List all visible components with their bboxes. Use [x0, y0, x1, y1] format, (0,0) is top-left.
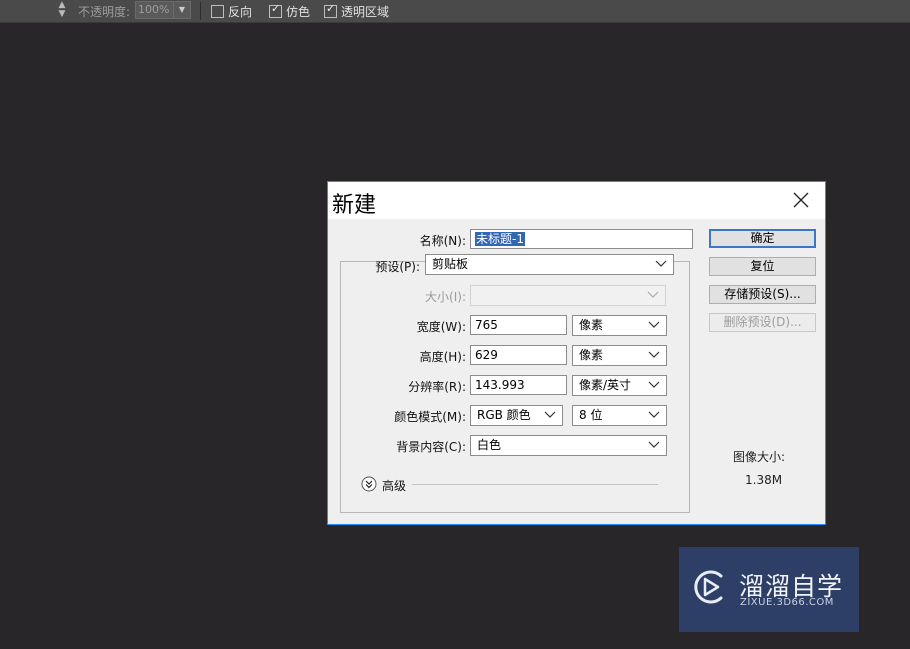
name-field[interactable]: 未标题-1 [470, 229, 693, 249]
height-label: 高度(H): [419, 350, 466, 364]
color-mode-label: 颜色模式(M): [394, 410, 466, 424]
watermark: 溜溜自学 ZIXUE.3D66.COM [679, 547, 859, 632]
bit-depth-select[interactable]: 8 位 [572, 405, 667, 426]
bit-depth-value: 8 位 [579, 408, 603, 422]
advanced-label[interactable]: 高级 [382, 477, 406, 494]
close-icon[interactable] [791, 190, 811, 210]
background-select[interactable]: 白色 [470, 435, 667, 456]
reverse-label: 反向 [228, 4, 253, 19]
chevron-down-icon [648, 321, 660, 328]
spin-arrows-icon[interactable]: ▲ ▼ [56, 1, 68, 19]
opacity-input[interactable]: 100% [135, 1, 175, 19]
name-label: 名称(N): [419, 234, 466, 248]
color-mode-select[interactable]: RGB 颜色 [470, 405, 563, 426]
opacity-label: 不透明度: [78, 5, 131, 19]
options-bar: ▲▼ 不透明度: 100% ▼ 反向 仿色 透明区域 [0, 0, 910, 23]
transparency-label: 透明区域 [341, 4, 390, 19]
delete-preset-button: 删除预设(D)... [709, 313, 816, 332]
color-mode-value: RGB 颜色 [477, 408, 531, 422]
chevron-down-icon [647, 291, 659, 298]
name-value: 未标题-1 [475, 232, 525, 246]
resolution-field[interactable]: 143.993 [470, 375, 567, 395]
dialog-title: 新建 [332, 193, 377, 218]
preset-value: 剪贴板 [432, 257, 469, 271]
advanced-divider [412, 484, 658, 485]
chevron-down-icon [544, 411, 556, 418]
background-value: 白色 [477, 438, 502, 452]
width-label: 宽度(W): [416, 320, 466, 334]
chevron-down-icon [648, 351, 660, 358]
reverse-checkbox[interactable]: 反向 [211, 3, 252, 19]
height-field[interactable]: 629 [470, 345, 567, 365]
resolution-unit-select[interactable]: 像素/英寸 [572, 375, 667, 396]
play-logo-icon [694, 570, 723, 604]
resolution-unit-value: 像素/英寸 [579, 378, 632, 392]
chevron-down-icon [648, 381, 660, 388]
checkbox-unchecked-icon[interactable] [211, 4, 224, 18]
background-label: 背景内容(C): [396, 440, 466, 454]
height-unit-select[interactable]: 像素 [572, 345, 667, 366]
dialog-titlebar: 新建 [328, 182, 825, 219]
reset-button[interactable]: 复位 [709, 257, 816, 276]
size-select [470, 285, 666, 306]
size-label: 大小(I): [425, 290, 466, 304]
opacity-dropdown-icon[interactable]: ▼ [173, 1, 191, 19]
toolbar-divider [200, 2, 201, 20]
height-unit-value: 像素 [579, 348, 604, 362]
ok-button[interactable]: 确定 [709, 229, 816, 248]
preset-select[interactable]: 剪贴板 [425, 254, 674, 275]
chevron-down-icon [648, 441, 660, 448]
image-size-value: 1.38M [745, 473, 783, 487]
dither-label: 仿色 [286, 4, 311, 19]
transparency-checkbox[interactable]: 透明区域 [324, 2, 390, 19]
expand-advanced-icon[interactable] [361, 476, 377, 492]
image-size-label: 图像大小: [733, 450, 786, 464]
chevron-down-icon [655, 260, 667, 267]
checkbox-checked-icon[interactable] [324, 2, 337, 18]
width-unit-value: 像素 [579, 318, 604, 332]
width-field[interactable]: 765 [470, 315, 567, 335]
new-document-dialog: 新建 名称(N): 未标题-1 预设(P): 剪贴板 大小(I): 宽度(W):… [327, 181, 826, 525]
dither-checkbox[interactable]: 仿色 [269, 2, 311, 19]
chevron-down-icon [648, 411, 660, 418]
checkbox-checked-icon[interactable] [269, 2, 282, 18]
resolution-label: 分辨率(R): [408, 380, 466, 394]
save-preset-button[interactable]: 存储预设(S)... [709, 285, 816, 304]
width-unit-select[interactable]: 像素 [572, 315, 667, 336]
preset-label: 预设(P): [375, 260, 420, 274]
watermark-name-en: ZIXUE.3D66.COM [740, 597, 834, 608]
